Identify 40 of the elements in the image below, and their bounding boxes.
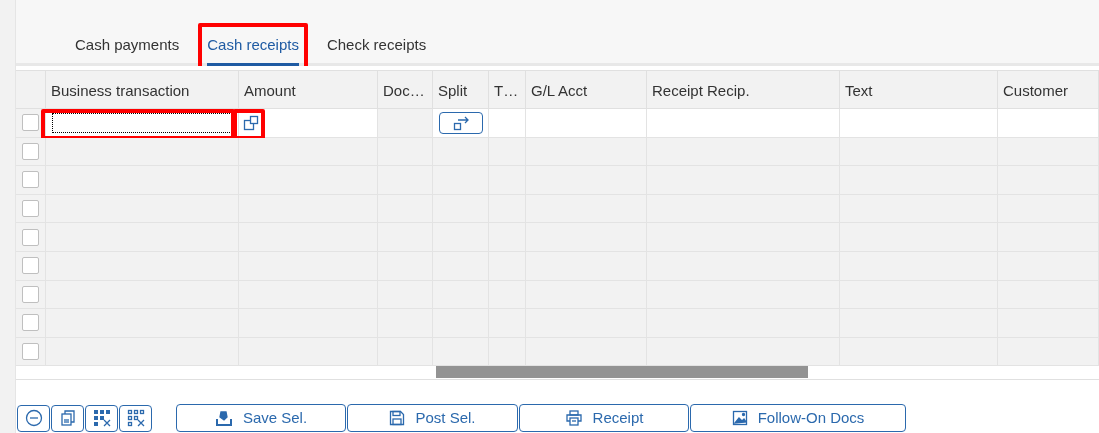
column-header[interactable]: Customer bbox=[998, 71, 1099, 108]
two-squares-icon bbox=[243, 114, 259, 131]
toolbar-button[interactable] bbox=[119, 404, 152, 432]
image-icon bbox=[731, 410, 748, 427]
row-selector[interactable] bbox=[22, 314, 39, 332]
column-header[interactable]: G/L Acct bbox=[526, 71, 647, 108]
grid-icon bbox=[92, 409, 111, 428]
action-button[interactable]: Receipt bbox=[519, 404, 689, 433]
tab[interactable]: Check receipts bbox=[326, 27, 427, 66]
column-header[interactable]: T… bbox=[489, 71, 526, 108]
row-selector[interactable] bbox=[22, 228, 39, 246]
column-header[interactable]: Text bbox=[840, 71, 998, 108]
column-header[interactable]: Business transaction bbox=[46, 71, 239, 108]
row-selector[interactable] bbox=[22, 114, 39, 132]
action-button[interactable]: Save Sel. bbox=[176, 404, 346, 433]
square-arrow-icon bbox=[452, 114, 470, 131]
row-selector[interactable] bbox=[22, 142, 39, 160]
printer-icon bbox=[564, 410, 583, 427]
tab[interactable]: Cash payments bbox=[75, 27, 180, 66]
toolbar-button[interactable] bbox=[17, 404, 50, 432]
row-selector[interactable] bbox=[22, 200, 39, 218]
inbox-icon bbox=[214, 410, 233, 427]
row-selector[interactable] bbox=[22, 257, 39, 275]
toolbar-button[interactable] bbox=[51, 404, 84, 432]
split-button[interactable] bbox=[439, 111, 483, 134]
toolbar-button[interactable] bbox=[85, 404, 118, 432]
row-selector[interactable] bbox=[22, 285, 39, 303]
column-header[interactable]: Amount bbox=[239, 71, 378, 108]
column-header[interactable]: Split bbox=[433, 71, 489, 108]
action-button[interactable]: Follow-On Docs bbox=[690, 404, 906, 433]
minus-circle-icon bbox=[24, 409, 43, 428]
copy-icon bbox=[59, 409, 76, 428]
row-selector[interactable] bbox=[22, 171, 39, 189]
row-selector[interactable] bbox=[22, 343, 39, 361]
column-header[interactable]: Doc… bbox=[378, 71, 433, 108]
action-button[interactable]: Post Sel. bbox=[347, 404, 518, 433]
input-field[interactable] bbox=[52, 112, 232, 133]
scrollbar-thumb[interactable] bbox=[436, 366, 808, 379]
grid-outline-icon bbox=[126, 409, 145, 428]
column-header[interactable]: Receipt Recip. bbox=[647, 71, 840, 108]
